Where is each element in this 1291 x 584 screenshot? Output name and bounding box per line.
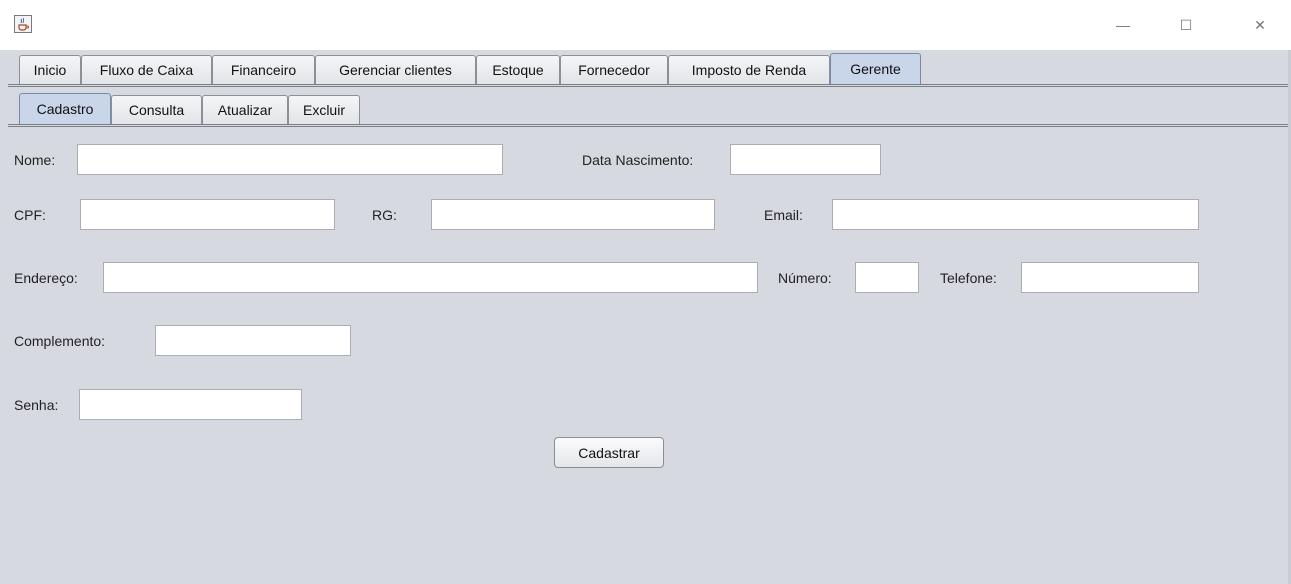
complemento-label: Complemento:: [14, 333, 106, 349]
telefone-field[interactable]: [1021, 262, 1199, 293]
rg-label: RG:: [372, 207, 397, 223]
tab-consulta[interactable]: Consulta: [111, 95, 202, 124]
tab-excluir[interactable]: Excluir: [288, 95, 360, 124]
email-field[interactable]: [832, 199, 1199, 230]
close-icon: ✕: [1254, 16, 1266, 33]
numero-label: Número:: [778, 270, 832, 286]
tab-imposto-de-renda[interactable]: Imposto de Renda: [668, 55, 830, 84]
tab-fluxo-de-caixa[interactable]: Fluxo de Caixa: [81, 55, 212, 84]
minimize-button[interactable]: —: [1103, 10, 1143, 40]
java-cup-icon: [14, 15, 32, 33]
telefone-label: Telefone:: [940, 270, 997, 286]
tab-cadastro[interactable]: Cadastro: [19, 93, 111, 124]
data-nascimento-field[interactable]: [730, 144, 881, 175]
minimize-icon: —: [1116, 17, 1130, 33]
tab-estoque[interactable]: Estoque: [476, 55, 560, 84]
numero-field[interactable]: [855, 262, 919, 293]
close-button[interactable]: ✕: [1240, 10, 1280, 40]
main-tab-bar: Inicio Fluxo de Caixa Financeiro Gerenci…: [0, 50, 1291, 87]
tab-separator: [8, 84, 1291, 87]
tab-gerente[interactable]: Gerente: [830, 53, 921, 84]
nome-field[interactable]: [77, 144, 503, 175]
cpf-label: CPF:: [14, 207, 46, 223]
senha-label: Senha:: [14, 397, 59, 413]
maximize-icon: ☐: [1179, 16, 1193, 33]
data-nascimento-label: Data Nascimento:: [582, 152, 694, 168]
tab-fornecedor[interactable]: Fornecedor: [560, 55, 668, 84]
complemento-field[interactable]: [155, 325, 351, 356]
cadastrar-button[interactable]: Cadastrar: [554, 437, 664, 468]
endereco-field[interactable]: [103, 262, 758, 293]
nome-label: Nome:: [14, 152, 56, 168]
sub-tab-bar: Cadastro Consulta Atualizar Excluir: [0, 90, 1291, 127]
title-bar: — ☐ ✕: [0, 0, 1291, 50]
endereco-label: Endereço:: [14, 270, 78, 286]
maximize-button[interactable]: ☐: [1166, 10, 1206, 40]
tab-inicio[interactable]: Inicio: [19, 55, 81, 84]
tab-financeiro[interactable]: Financeiro: [212, 55, 315, 84]
tab-gerenciar-clientes[interactable]: Gerenciar clientes: [315, 55, 476, 84]
tab-atualizar[interactable]: Atualizar: [202, 95, 288, 124]
rg-field[interactable]: [431, 199, 715, 230]
subtab-separator: [8, 124, 1291, 127]
senha-field[interactable]: [79, 389, 302, 420]
cpf-field[interactable]: [80, 199, 335, 230]
email-label: Email:: [764, 207, 803, 223]
